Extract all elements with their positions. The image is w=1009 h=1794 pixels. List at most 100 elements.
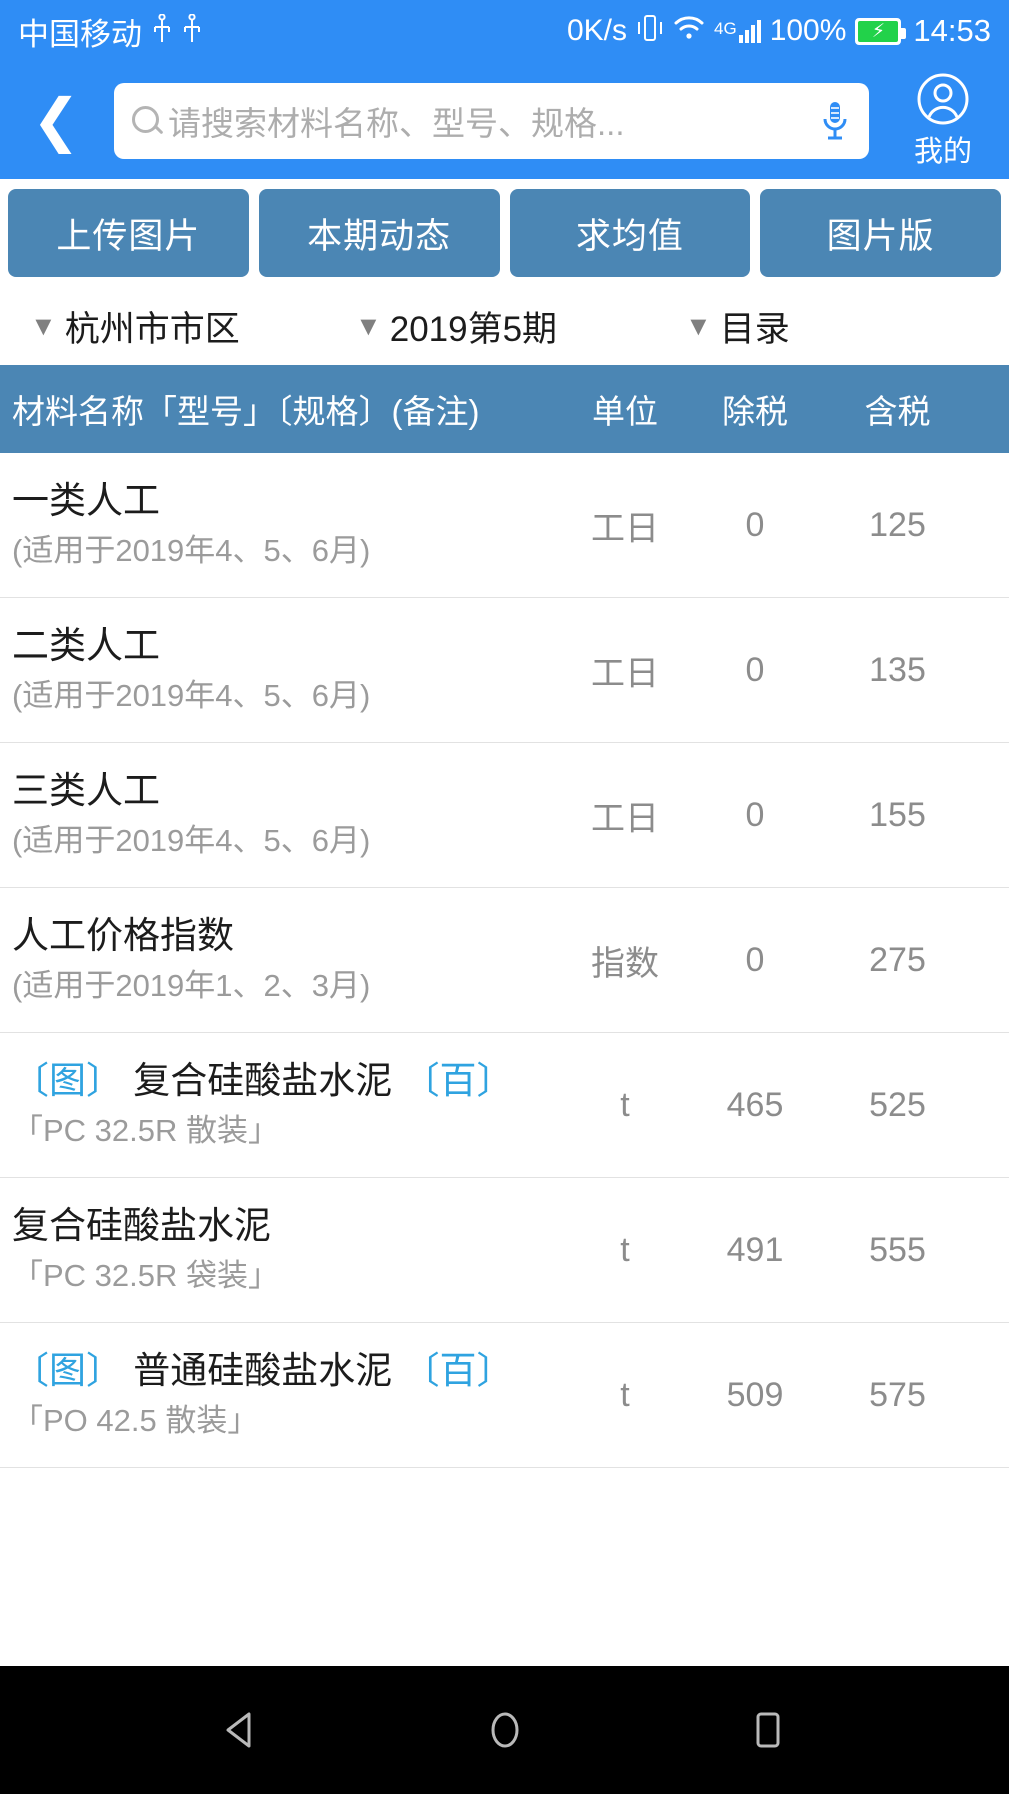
material-extax-price-cell: 0	[745, 650, 765, 689]
search-placeholder-label: 请搜索材料名称、型号、规格...	[168, 104, 625, 142]
material-title-text: 三类人工	[12, 770, 160, 812]
material-unit-cell: 工日	[591, 654, 659, 693]
material-title-text: 复合硅酸盐水泥	[12, 1205, 271, 1247]
material-name-cell: 〔图〕 普通硅酸盐水泥 〔百〕「PO 42.5 散装」	[0, 1334, 560, 1455]
status-bar-right: 0K/s 4G 100% ⚡ 14:53	[567, 13, 991, 50]
material-name-cell: 人工价格指数 (适用于2019年1、2、3月)	[0, 899, 560, 1020]
material-unit-cell: t	[620, 1230, 630, 1269]
material-extax-price-cell: 491	[726, 1230, 784, 1269]
chevron-down-icon: ▼	[355, 310, 382, 341]
material-spec: 「PC 32.5R 袋装」	[12, 1258, 280, 1294]
material-extax-price-cell: 509	[726, 1375, 784, 1414]
android-recents-icon[interactable]	[713, 1706, 823, 1754]
average-value-button[interactable]: 求均值	[509, 189, 751, 277]
vibrate-icon	[636, 13, 664, 50]
material-list[interactable]: 一类人工 (适用于2019年4、5、6月) 工日 0 125 二类人工 (适用于2019年4…	[0, 453, 1009, 1666]
material-title-text: 复合硅酸盐水泥	[133, 1060, 393, 1102]
material-title-text: 人工价格指数	[12, 915, 234, 957]
status-bar-left: 中国移动	[18, 9, 202, 54]
material-title-text: 一类人工	[12, 480, 160, 522]
material-spec: (适用于2019年4、5、6月)	[12, 533, 371, 569]
android-navigation-bar	[0, 1666, 1009, 1794]
material-extax-price-cell: 465	[726, 1085, 784, 1124]
signal-indicator: 4G	[714, 19, 761, 43]
table-row[interactable]: 一类人工 (适用于2019年4、5、6月) 工日 0 125	[0, 453, 1009, 598]
back-chevron-icon[interactable]: ❮	[26, 91, 86, 150]
material-intax-price-cell: 275	[869, 940, 926, 979]
image-version-button[interactable]: 图片版	[760, 189, 1001, 277]
material-name-cell: 三类人工 (适用于2019年4、5、6月)	[0, 754, 560, 875]
material-title: 〔图〕 复合硅酸盐水泥 〔百〕	[12, 1060, 550, 1102]
material-name-cell: 〔图〕 复合硅酸盐水泥 〔百〕「PC 32.5R 散装」	[0, 1044, 560, 1165]
upload-image-button[interactable]: 上传图片	[8, 189, 249, 277]
battery-percent-label: 100%	[769, 14, 847, 47]
material-title: 二类人工	[12, 625, 550, 667]
material-spec: (适用于2019年4、5、6月)	[12, 823, 371, 859]
material-name-cell: 复合硅酸盐水泥「PC 32.5R 袋装」	[0, 1189, 560, 1310]
table-row[interactable]: 复合硅酸盐水泥「PC 32.5R 袋装」 t 491 555	[0, 1178, 1009, 1323]
table-row[interactable]: 三类人工 (适用于2019年4、5、6月) 工日 0 155	[0, 743, 1009, 888]
current-period-trend-button[interactable]: 本期动态	[258, 189, 500, 277]
material-unit-cell: t	[620, 1375, 630, 1414]
material-title: 一类人工	[12, 480, 550, 522]
table-row[interactable]: 〔图〕 普通硅酸盐水泥 〔百〕 「PO 42.5 散装」 t 509 575	[0, 1323, 1009, 1468]
filter-period-dropdown[interactable]: ▼ 2019第5期	[355, 301, 685, 352]
column-header-name: 材料名称「型号」〔规格〕(备注)	[12, 393, 480, 430]
image-tag-label[interactable]: 〔图〕	[12, 1350, 123, 1391]
material-extax-price-cell: 0	[745, 505, 765, 544]
material-title: 人工价格指数	[12, 915, 550, 957]
material-unit-cell: 指数	[591, 944, 659, 983]
material-intax-price-cell: 525	[869, 1085, 926, 1124]
table-row[interactable]: 人工价格指数 (适用于2019年1、2、3月) 指数 0 275	[0, 888, 1009, 1033]
column-header-unit: 单位	[592, 393, 658, 430]
material-spec: (适用于2019年4、5、6月)	[12, 678, 371, 714]
table-row[interactable]: 〔图〕 复合硅酸盐水泥 〔百〕「PC 32.5R 散装」 t 465 525	[0, 1033, 1009, 1178]
filter-catalog-label: 目录	[719, 309, 790, 349]
material-spec: 「PO 42.5 散装」	[12, 1403, 259, 1439]
filter-region-dropdown[interactable]: ▼ 杭州市市区	[30, 301, 355, 352]
android-back-icon[interactable]	[187, 1706, 297, 1754]
material-title: 三类人工	[12, 770, 550, 812]
material-spec: (适用于2019年1、2、3月)	[12, 968, 371, 1004]
usb-icon	[152, 13, 172, 48]
action-button-bar: 上传图片 本期动态 求均值 图片版	[0, 179, 1009, 287]
material-name-cell: 二类人工 (适用于2019年4、5、6月)	[0, 609, 560, 730]
chevron-down-icon: ▼	[30, 310, 57, 341]
microphone-icon[interactable]	[819, 99, 851, 143]
profile-label: 我的	[913, 135, 972, 168]
android-home-icon[interactable]	[450, 1706, 560, 1754]
chevron-down-icon: ▼	[685, 310, 712, 341]
filter-period-label: 2019第5期	[389, 309, 558, 349]
profile-button[interactable]: 我的	[891, 72, 995, 170]
search-input[interactable]: 请搜索材料名称、型号、规格...	[114, 82, 869, 159]
clock-label: 14:53	[913, 13, 991, 48]
material-name-cell: 一类人工 (适用于2019年4、5、6月)	[0, 464, 560, 585]
table-header-row: 材料名称「型号」〔规格〕(备注) 单位 除税 含税	[0, 365, 1009, 453]
material-intax-price-cell: 125	[869, 505, 926, 544]
table-row[interactable]: 二类人工 (适用于2019年4、5、6月) 工日 0 135	[0, 598, 1009, 743]
material-intax-price-cell: 155	[869, 795, 926, 834]
signal-type-label: 4G	[714, 19, 737, 38]
status-bar: 中国移动 0K/s 4G 100% ⚡ 14:53	[0, 0, 1009, 62]
hundred-tag-label[interactable]: 〔百〕	[403, 1350, 514, 1391]
hundred-tag-label[interactable]: 〔百〕	[403, 1060, 514, 1101]
wifi-icon	[673, 15, 705, 48]
material-extax-price-cell: 0	[745, 795, 765, 834]
phone-screen: 中国移动 0K/s 4G 100% ⚡ 14:53 ❮ 请搜索材料名称、型号、规…	[0, 0, 1009, 1794]
material-unit-cell: t	[620, 1085, 630, 1124]
carrier-label: 中国移动	[18, 16, 142, 52]
material-title-text: 普通硅酸盐水泥	[133, 1350, 393, 1392]
filter-region-label: 杭州市市区	[64, 309, 240, 349]
image-tag-label[interactable]: 〔图〕	[12, 1060, 123, 1101]
material-unit-cell: 工日	[591, 799, 659, 838]
material-intax-price-cell: 135	[869, 650, 926, 689]
material-intax-price-cell: 555	[869, 1230, 926, 1269]
usb-icon	[182, 13, 202, 48]
filter-bar: ▼ 杭州市市区 ▼ 2019第5期 ▼ 目录	[0, 287, 1009, 365]
material-unit-cell: 工日	[591, 509, 659, 548]
profile-avatar-icon	[916, 72, 970, 126]
material-spec: 「PC 32.5R 散装」	[12, 1113, 280, 1149]
column-header-intax: 含税	[864, 393, 931, 430]
material-title-text: 二类人工	[12, 625, 160, 667]
filter-catalog-dropdown[interactable]: ▼ 目录	[685, 301, 790, 352]
